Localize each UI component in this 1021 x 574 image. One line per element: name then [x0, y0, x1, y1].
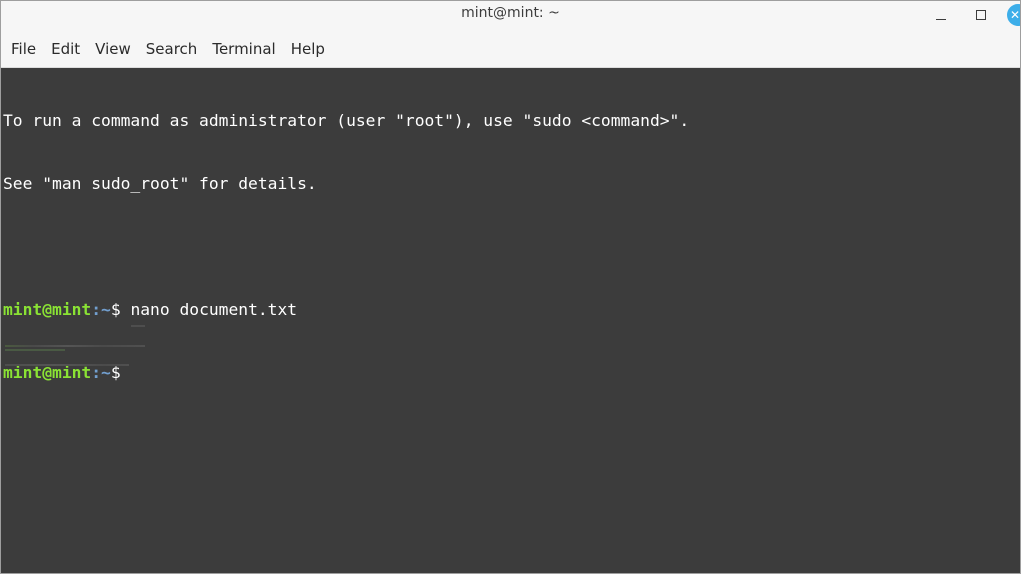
maximize-icon	[976, 10, 986, 20]
terminal-output[interactable]: To run a command as administrator (user …	[1, 68, 1020, 573]
menu-search[interactable]: Search	[138, 40, 205, 58]
menu-terminal[interactable]: Terminal	[204, 40, 282, 58]
menu-edit[interactable]: Edit	[43, 40, 87, 58]
window-title: mint@mint: ~	[461, 5, 560, 21]
title-bar[interactable]: mint@mint: ~ ✕	[1, 1, 1020, 31]
menu-view[interactable]: View	[87, 40, 138, 58]
prompt-sign: $	[110, 300, 131, 319]
maximize-button[interactable]	[967, 3, 995, 27]
command-text: nano document.txt	[130, 300, 298, 319]
terminal-window: mint@mint: ~ ✕ File Edit View Search Ter…	[0, 0, 1021, 574]
prompt-user: mint@mint	[3, 300, 92, 319]
minimize-button[interactable]	[927, 3, 955, 27]
render-artifacts	[5, 318, 155, 378]
menu-help[interactable]: Help	[283, 40, 332, 58]
sudo-info-line-2: See "man sudo_root" for details.	[3, 174, 317, 193]
prompt-path: :~	[91, 300, 111, 319]
close-button[interactable]: ✕	[1007, 4, 1021, 26]
close-icon: ✕	[1009, 8, 1021, 22]
menu-file[interactable]: File	[1, 40, 43, 58]
prompt-line: mint@mint:~$	[3, 362, 1020, 383]
sudo-info-line-1: To run a command as administrator (user …	[3, 111, 690, 130]
menu-bar: File Edit View Search Terminal Help	[1, 31, 1020, 68]
prompt-line: mint@mint:~$ nano document.txt	[3, 299, 1020, 320]
minimize-icon	[936, 18, 946, 20]
